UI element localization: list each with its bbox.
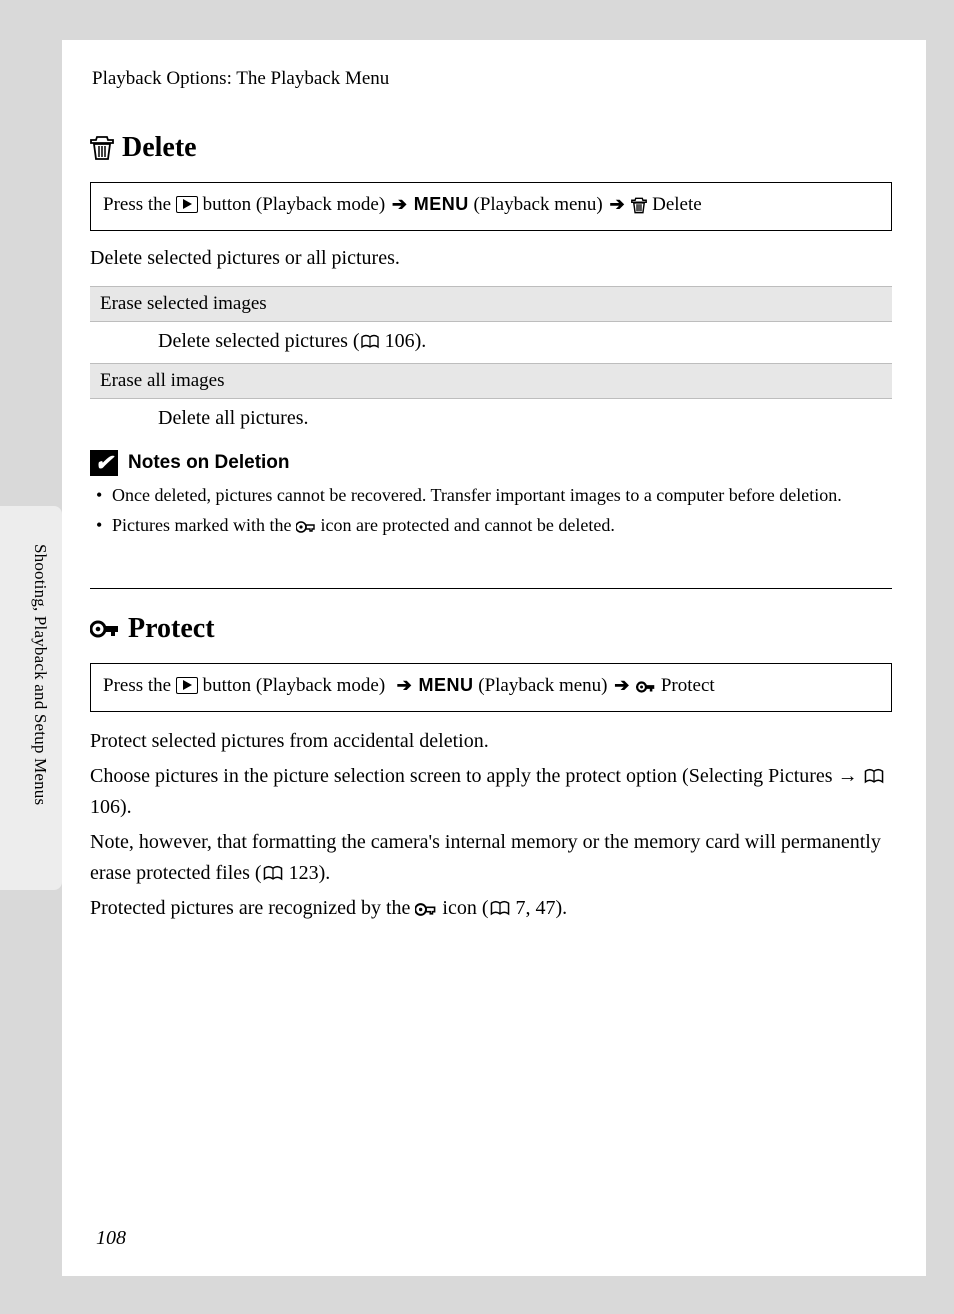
text: ). [319,862,331,884]
book-icon [489,900,511,916]
notes-list: Once deleted, pictures cannot be recover… [90,482,892,538]
nav-text: Delete [652,194,702,215]
book-icon [863,768,885,784]
note-item: Pictures marked with the icon are protec… [94,512,892,538]
menu-label: MENU [414,194,469,214]
menu-label: MENU [419,675,474,695]
nav-text: button (Playback mode) [203,194,386,215]
key-icon [90,618,120,640]
trash-icon [631,197,647,214]
arrow-right-icon: ➔ [610,194,625,214]
protect-paragraph: Protect selected pictures from accidenta… [90,726,892,757]
section-protect-title: Protect [90,613,892,645]
book-icon [262,865,284,881]
protect-icon [296,520,316,534]
text: Choose pictures in the picture selection… [90,765,863,787]
page-ref: 7, 47 [516,897,556,919]
option-header: Erase selected images [90,286,892,322]
section-delete-title: Delete [90,132,892,164]
nav-text: Protect [661,675,715,696]
nav-text: (Playback menu) [478,675,607,696]
notes-heading: ✔ Notes on Deletion [90,450,892,476]
arrow-right-icon: ➔ [397,675,412,695]
text: Pictures marked with the [112,515,296,535]
trash-icon [90,135,114,161]
arrow-right-icon: ➔ [392,194,407,214]
section-divider [90,588,892,589]
delete-description: Delete selected pictures or all pictures… [90,245,892,272]
arrow-right-icon: ➔ [614,675,629,695]
text: ). [556,897,568,919]
delete-options-table: Erase selected images Delete selected pi… [90,286,892,440]
text: ). [415,330,427,352]
nav-text: button (Playback mode) [203,675,386,696]
side-section-label: Shooting, Playback and Setup Menus [30,544,50,805]
nav-text: Press the [103,194,171,215]
key-icon [636,680,656,694]
page-ref: 123 [289,862,319,884]
protect-paragraph: Protected pictures are recognized by the… [90,893,892,924]
protect-nav-box: Press the button (Playback mode) ➔ MENU … [90,663,892,712]
page-number: 108 [96,1227,126,1250]
option-header: Erase all images [90,363,892,399]
text: Delete selected pictures ( [158,330,360,352]
section-delete-label: Delete [122,132,197,164]
page-ref: 106 [385,330,415,352]
text: Delete all pictures. [158,407,309,429]
note-item: Once deleted, pictures cannot be recover… [94,482,892,508]
text: icon ( [437,897,488,919]
text: Protected pictures are recognized by the [90,897,415,919]
notes-title: Notes on Deletion [128,452,290,474]
playback-button-icon [176,677,198,694]
protect-icon [415,902,437,917]
breadcrumb: Playback Options: The Playback Menu [92,68,892,90]
section-protect-label: Protect [128,613,215,645]
protect-paragraph: Choose pictures in the picture selection… [90,761,892,823]
check-icon: ✔ [90,450,118,476]
option-body: Delete all pictures. [90,399,892,440]
option-body: Delete selected pictures ( 106). [90,322,892,363]
text: Note, however, that formatting the camer… [90,831,881,884]
delete-nav-box: Press the button (Playback mode) ➔ MENU … [90,182,892,231]
text: ). [120,796,132,818]
nav-text: Press the [103,675,171,696]
playback-button-icon [176,196,198,213]
text: icon are protected and cannot be deleted… [316,515,615,535]
page: Playback Options: The Playback Menu Dele… [62,40,926,1276]
nav-text: (Playback menu) [474,194,603,215]
page-ref: 106 [90,796,120,818]
protect-paragraph: Note, however, that formatting the camer… [90,827,892,889]
book-icon [360,334,380,349]
